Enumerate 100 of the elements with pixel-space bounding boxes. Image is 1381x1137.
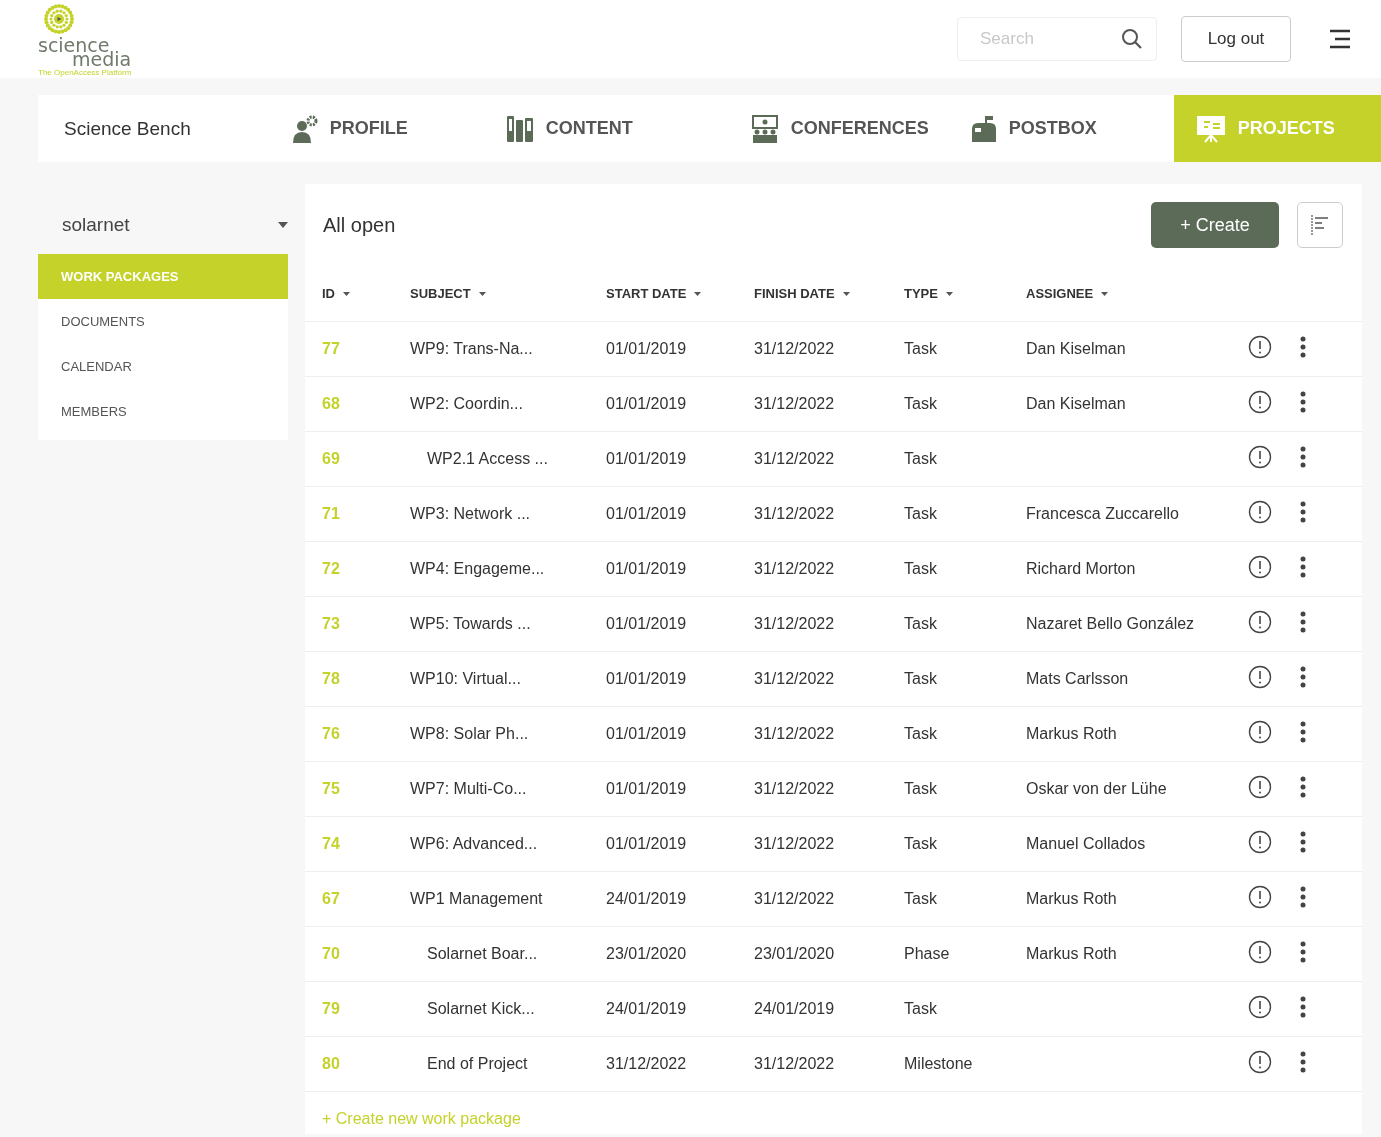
table-cell: Task xyxy=(904,835,937,852)
nav-tab[interactable]: POSTBOX xyxy=(949,95,1118,162)
id-link[interactable]: 79 xyxy=(322,1000,410,1018)
id-link[interactable]: 70 xyxy=(322,945,410,963)
table-cell: 01/01/2019 xyxy=(606,725,687,742)
more-icon[interactable] xyxy=(1300,446,1306,468)
sort-caret-icon xyxy=(842,291,850,296)
more-icon[interactable] xyxy=(1300,611,1306,633)
id-link[interactable]: 77 xyxy=(322,340,410,358)
column-header[interactable]: FINISH DATE xyxy=(754,286,904,301)
more-icon[interactable] xyxy=(1300,666,1306,688)
table-cell: Task xyxy=(904,890,937,907)
table-cell: WP2: Coordin... xyxy=(410,395,523,412)
create-button[interactable]: + Create xyxy=(1151,202,1279,248)
more-icon[interactable] xyxy=(1300,996,1306,1018)
info-icon[interactable] xyxy=(1248,390,1272,414)
table-cell: 01/01/2019 xyxy=(606,780,687,797)
info-icon[interactable] xyxy=(1248,500,1272,524)
table-cell: Manuel Collados xyxy=(1026,835,1146,852)
info-icon[interactable] xyxy=(1248,885,1272,909)
nav-tab[interactable]: PROFILE xyxy=(270,95,429,162)
table-cell: WP1 Management xyxy=(410,890,543,907)
table-cell: Task xyxy=(904,395,937,412)
info-icon[interactable] xyxy=(1248,1050,1272,1074)
column-header[interactable]: TYPE xyxy=(904,286,1026,301)
table-cell: 31/12/2022 xyxy=(754,560,835,577)
id-link[interactable]: 69 xyxy=(322,450,410,468)
table-cell: Task xyxy=(904,505,937,522)
nav-tab[interactable]: CONTENT xyxy=(484,95,654,162)
table-cell: Task xyxy=(904,780,937,797)
column-header[interactable]: SUBJECT xyxy=(410,286,606,301)
table-cell: 31/12/2022 xyxy=(754,1055,835,1072)
id-link[interactable]: 71 xyxy=(322,505,410,523)
id-link[interactable]: 68 xyxy=(322,395,410,413)
table-cell: Oskar von der Lühe xyxy=(1026,780,1167,797)
column-header[interactable]: START DATE xyxy=(606,286,754,301)
id-link[interactable]: 78 xyxy=(322,670,410,688)
project-dropdown[interactable]: solarnet xyxy=(38,196,288,254)
more-icon[interactable] xyxy=(1300,886,1306,908)
column-header[interactable]: ID xyxy=(322,286,410,301)
more-icon[interactable] xyxy=(1300,501,1306,523)
id-link[interactable]: 72 xyxy=(322,560,410,578)
table-cell: Task xyxy=(904,725,937,742)
more-icon[interactable] xyxy=(1300,776,1306,798)
table-cell: Solarnet Kick... xyxy=(427,1000,535,1017)
search-icon[interactable] xyxy=(1121,28,1143,50)
info-icon[interactable] xyxy=(1248,445,1272,469)
more-icon[interactable] xyxy=(1300,556,1306,578)
sidebar-item[interactable]: DOCUMENTS xyxy=(38,299,288,344)
table-cell: WP7: Multi-Co... xyxy=(410,780,527,797)
more-icon[interactable] xyxy=(1300,831,1306,853)
id-link[interactable]: 75 xyxy=(322,780,410,798)
id-link[interactable]: 67 xyxy=(322,890,410,908)
nav-tab[interactable]: CONFERENCES xyxy=(729,95,950,162)
table-cell: 31/12/2022 xyxy=(754,340,835,357)
sidebar-item[interactable]: MEMBERS xyxy=(38,389,288,434)
sort-caret-icon xyxy=(478,291,486,296)
list-title: All open xyxy=(323,213,397,237)
id-link[interactable]: 80 xyxy=(322,1055,410,1073)
id-link[interactable]: 74 xyxy=(322,835,410,853)
table-cell: 31/12/2022 xyxy=(754,505,835,522)
create-work-package-link[interactable]: + Create new work package xyxy=(322,1110,521,1128)
more-icon[interactable] xyxy=(1300,941,1306,963)
info-icon[interactable] xyxy=(1248,610,1272,634)
info-icon[interactable] xyxy=(1248,775,1272,799)
info-icon[interactable] xyxy=(1248,940,1272,964)
table-cell: End of Project xyxy=(427,1055,528,1072)
table-cell: 23/01/2020 xyxy=(754,945,835,962)
info-icon[interactable] xyxy=(1248,335,1272,359)
sort-caret-icon xyxy=(694,291,702,296)
table-cell: 01/01/2019 xyxy=(606,560,687,577)
table-cell: 31/12/2022 xyxy=(606,1055,687,1072)
more-icon[interactable] xyxy=(1300,391,1306,413)
table-cell: 01/01/2019 xyxy=(606,835,687,852)
table-cell: Francesca Zuccarello xyxy=(1026,505,1179,522)
sidebar-item[interactable]: WORK PACKAGES xyxy=(38,254,288,299)
table-cell: 24/01/2019 xyxy=(606,1000,687,1017)
table-cell: 31/12/2022 xyxy=(754,890,835,907)
table-cell: 24/01/2019 xyxy=(754,1000,835,1017)
info-icon[interactable] xyxy=(1248,665,1272,689)
sidebar-item[interactable]: CALENDAR xyxy=(38,344,288,389)
info-icon[interactable] xyxy=(1248,995,1272,1019)
id-link[interactable]: 76 xyxy=(322,725,410,743)
id-link[interactable]: 73 xyxy=(322,615,410,633)
sort-caret-icon xyxy=(945,291,953,296)
books-icon xyxy=(505,114,534,143)
columns-button[interactable] xyxy=(1297,202,1343,248)
info-icon[interactable] xyxy=(1248,830,1272,854)
info-icon[interactable] xyxy=(1248,720,1272,744)
nav-tab[interactable]: PROJECTS xyxy=(1173,95,1381,162)
more-icon[interactable] xyxy=(1300,1051,1306,1073)
logout-button[interactable]: Log out xyxy=(1181,16,1291,62)
info-icon[interactable] xyxy=(1248,555,1272,579)
more-icon[interactable] xyxy=(1300,721,1306,743)
table-cell: Task xyxy=(904,560,937,577)
more-icon[interactable] xyxy=(1300,336,1306,358)
table-cell: Markus Roth xyxy=(1026,890,1117,907)
menu-icon[interactable] xyxy=(1329,29,1351,49)
table-cell: 01/01/2019 xyxy=(606,395,687,412)
column-header[interactable]: ASSIGNEE xyxy=(1026,286,1248,301)
